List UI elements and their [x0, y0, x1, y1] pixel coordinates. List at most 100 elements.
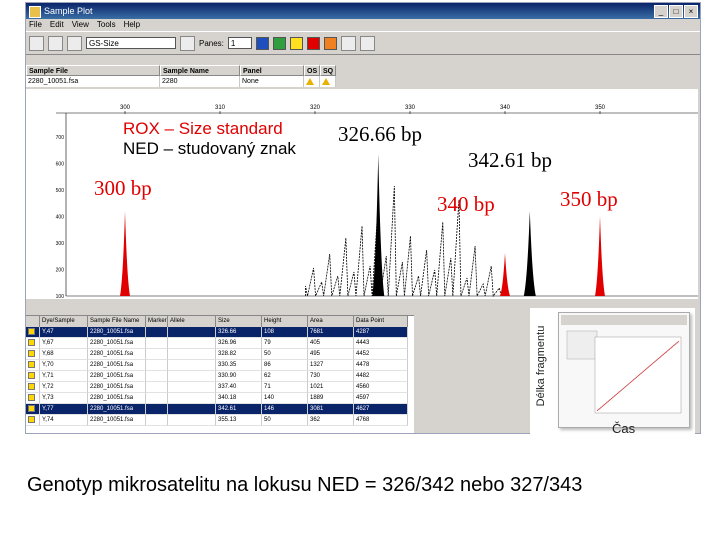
allele-cell [168, 327, 216, 338]
x-tick-label: 300 [120, 105, 131, 111]
menu-file[interactable]: File [29, 19, 42, 31]
col-check[interactable] [26, 316, 40, 327]
peak-row[interactable]: Y,47 2280_10051.fsa 326.66 108 7681 4287 [26, 327, 414, 338]
sample-row[interactable]: 2280_10051.fsa 2280 None [26, 76, 700, 87]
blue-dye-toggle[interactable] [255, 36, 269, 50]
peak-row[interactable]: Y,73 2280_10051.fsa 340.18 140 1889 4597 [26, 393, 414, 404]
checkbox[interactable] [28, 404, 35, 412]
col-sample-name[interactable]: Sample Name [160, 65, 240, 76]
table-icon[interactable] [67, 35, 82, 51]
minimize-button[interactable]: _ [654, 5, 668, 18]
red-dye-toggle[interactable] [306, 36, 320, 50]
marker-cell [146, 382, 168, 393]
checkbox[interactable] [28, 349, 35, 357]
area-cell: 495 [308, 349, 354, 360]
menu-tools[interactable]: Tools [97, 19, 116, 31]
area-cell: 730 [308, 371, 354, 382]
size-cell: 355.13 [216, 415, 262, 426]
dye-select[interactable]: GS-Size [86, 37, 176, 49]
col-dye-peak[interactable]: Dye/Sample Peak [40, 316, 88, 335]
menu-help[interactable]: Help [124, 19, 140, 31]
height-cell: 79 [262, 338, 308, 349]
menu-view[interactable]: View [72, 19, 89, 31]
os-cell [304, 76, 320, 87]
rox-peak-350 [595, 216, 605, 296]
peak-row[interactable]: Y,68 2280_10051.fsa 328.82 50 495 4452 [26, 349, 414, 360]
col-height[interactable]: Height [262, 316, 308, 327]
checkbox[interactable] [28, 382, 35, 390]
overlay-icon[interactable] [359, 35, 375, 51]
area-cell: 7681 [308, 327, 354, 338]
peak-row[interactable]: Y,67 2280_10051.fsa 326.96 79 405 4443 [26, 338, 414, 349]
sq-cell [320, 76, 336, 87]
size-cell: 328.82 [216, 349, 262, 360]
check-cell [26, 404, 40, 415]
peak-row[interactable]: Y,72 2280_10051.fsa 337.40 71 1021 4560 [26, 382, 414, 393]
checkbox[interactable] [28, 371, 35, 379]
peak-row[interactable]: Y,71 2280_10051.fsa 330.90 62 730 4482 [26, 371, 414, 382]
data-point-cell: 4597 [354, 393, 408, 404]
checkbox[interactable] [28, 360, 35, 368]
col-data-point[interactable]: Data Point [354, 316, 408, 327]
file-cell: 2280_10051.fsa [88, 371, 146, 382]
height-cell: 71 [262, 382, 308, 393]
data-point-cell: 4478 [354, 360, 408, 371]
app-icon [29, 6, 41, 18]
yellow-dye-toggle[interactable] [289, 36, 303, 50]
y-tick-label: 600 [56, 162, 65, 168]
inset-titlebar [561, 315, 687, 325]
size-cell: 330.35 [216, 360, 262, 371]
layout-icon[interactable] [340, 35, 356, 51]
area-cell: 405 [308, 338, 354, 349]
label-340-bp: 340 bp [437, 192, 495, 216]
peak-row[interactable]: Y,74 2280_10051.fsa 355.13 50 362 4768 [26, 415, 414, 426]
col-sample-file[interactable]: Sample File [26, 65, 160, 76]
title-bar: Sample Plot _ □ × [26, 3, 700, 19]
toolbar: GS-Size Panes: 1 [26, 31, 700, 55]
checkbox[interactable] [28, 393, 35, 401]
height-cell: 50 [262, 415, 308, 426]
print-icon[interactable] [180, 35, 195, 51]
col-area[interactable]: Area [308, 316, 354, 327]
dye-peak-cell: Y,70 [40, 360, 88, 371]
height-cell: 50 [262, 349, 308, 360]
height-cell: 86 [262, 360, 308, 371]
checkbox[interactable] [28, 338, 35, 346]
checkbox[interactable] [28, 415, 35, 423]
allele-cell [168, 349, 216, 360]
dye-peak-cell: Y,73 [40, 393, 88, 404]
file-cell: 2280_10051.fsa [88, 415, 146, 426]
check-cell [26, 338, 40, 349]
col-os[interactable]: OS [304, 65, 320, 76]
zoom-icon[interactable] [29, 35, 44, 51]
check-cell [26, 349, 40, 360]
data-point-cell: 4443 [354, 338, 408, 349]
peak-icon[interactable] [48, 35, 63, 51]
col-sq[interactable]: SQ [320, 65, 336, 76]
dye-peak-cell: Y,67 [40, 338, 88, 349]
col-marker[interactable]: Marker [146, 316, 168, 327]
menu-edit[interactable]: Edit [50, 19, 64, 31]
rox-peak-340 [500, 253, 510, 296]
data-point-cell: 4560 [354, 382, 408, 393]
size-cell: 330.90 [216, 371, 262, 382]
inset-x-label: Čas [612, 421, 636, 436]
orange-dye-toggle[interactable] [323, 36, 337, 50]
green-dye-toggle[interactable] [272, 36, 286, 50]
close-button[interactable]: × [684, 5, 698, 18]
height-cell: 140 [262, 393, 308, 404]
label-342-bp: 342.61 bp [468, 148, 552, 172]
col-allele[interactable]: Allele [168, 316, 216, 327]
peak-row[interactable]: Y,77 2280_10051.fsa 342.61 146 3081 4627 [26, 404, 414, 415]
peak-row[interactable]: Y,70 2280_10051.fsa 330.35 86 1327 4478 [26, 360, 414, 371]
height-cell: 108 [262, 327, 308, 338]
col-size[interactable]: Size [216, 316, 262, 327]
panes-select[interactable]: 1 [227, 37, 252, 49]
checkbox[interactable] [28, 327, 35, 335]
x-axis: 300 310 320 330 340 350 [56, 105, 698, 114]
col-panel[interactable]: Panel [240, 65, 304, 76]
check-cell [26, 360, 40, 371]
col-sample-file-name[interactable]: Sample File Name [88, 316, 146, 327]
window-title: Sample Plot [44, 6, 93, 16]
maximize-button[interactable]: □ [669, 5, 683, 18]
